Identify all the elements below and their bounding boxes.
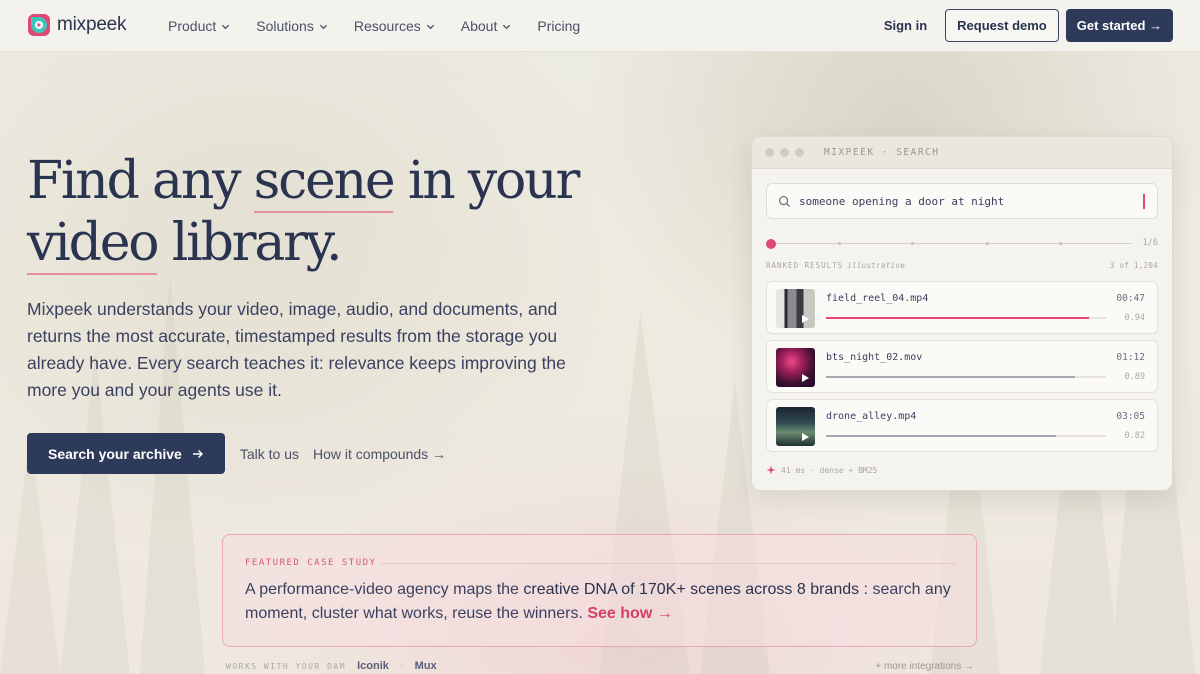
- menu-item-product[interactable]: Product: [168, 18, 230, 34]
- slider-knob[interactable]: [766, 239, 776, 249]
- window-dot-icon: [795, 148, 804, 157]
- menu-item-solutions[interactable]: Solutions: [256, 18, 328, 34]
- slider-tick: [911, 242, 914, 245]
- relevance-bar: [826, 317, 1106, 319]
- result-filename: bts_night_02.mov: [826, 352, 923, 363]
- menu-item-resources[interactable]: Resources: [354, 18, 435, 34]
- sparkle-icon: [766, 465, 776, 475]
- integration-iconik[interactable]: Iconik: [357, 660, 389, 672]
- step-slider[interactable]: 1/6: [766, 238, 1158, 250]
- video-thumbnail: [776, 348, 815, 387]
- talk-to-us-link[interactable]: Talk to us: [240, 446, 299, 462]
- get-started-button[interactable]: Get started →: [1065, 9, 1173, 42]
- divider: [381, 563, 956, 564]
- result-timestamp: 00:47: [1116, 293, 1145, 304]
- slider-tick: [1059, 242, 1062, 245]
- panel-title: MIXPEEK · SEARCH: [824, 147, 940, 158]
- result-timestamp: 01:12: [1116, 352, 1145, 363]
- case-study-label: FEATURED CASE STUDY: [245, 558, 377, 568]
- search-demo-panel: MIXPEEK · SEARCH someone opening a door …: [751, 136, 1173, 491]
- hero-description: Mixpeek understands your video, image, a…: [27, 299, 566, 400]
- hero-title: Find any scene in your video library.: [27, 150, 627, 275]
- main-menu: Product Solutions Resources About Pricin…: [168, 0, 606, 52]
- hero-title-part: in your: [393, 151, 580, 211]
- how-it-compounds-link[interactable]: How it compounds →: [313, 446, 446, 462]
- result-filename: field_reel_04.mp4: [826, 293, 929, 304]
- result-row[interactable]: bts_night_02.mov 01:12 0.89: [766, 340, 1158, 393]
- integration-mux[interactable]: Mux: [415, 660, 437, 672]
- search-query-text: someone opening a door at night: [799, 194, 1005, 208]
- search-archive-button[interactable]: Search your archive: [27, 433, 225, 474]
- panel-title-bar: MIXPEEK · SEARCH: [752, 137, 1172, 169]
- video-thumbnail: [776, 407, 815, 446]
- panel-footer-text: 41 ms · dense + BM25: [781, 465, 878, 475]
- menu-item-about[interactable]: About: [461, 18, 512, 34]
- arrow-right-icon: [192, 449, 203, 458]
- results-header: RANKED RESULTS illustrative 3 of 1,204: [766, 261, 1158, 270]
- menu-item-pricing[interactable]: Pricing: [537, 18, 580, 34]
- result-filename: drone_alley.mp4: [826, 411, 917, 422]
- search-archive-label: Search your archive: [48, 445, 182, 462]
- relevance-bar: [826, 376, 1106, 378]
- result-row[interactable]: field_reel_04.mp4 00:47 0.94: [766, 281, 1158, 334]
- chevron-down-icon: [319, 24, 327, 29]
- panel-footer: 41 ms · dense + BM25: [766, 465, 877, 475]
- hero-title-highlight-scene: scene: [253, 151, 396, 213]
- more-integrations-link[interactable]: + more integrations →: [875, 661, 974, 672]
- result-timestamp: 03:05: [1116, 411, 1145, 422]
- relevance-fill: [826, 317, 1090, 319]
- sign-in-link[interactable]: Sign in: [884, 18, 927, 33]
- chevron-down-icon: [426, 24, 434, 29]
- see-how-link[interactable]: See how →: [587, 605, 672, 622]
- chevron-down-icon: [222, 24, 230, 29]
- video-thumbnail: [776, 289, 815, 328]
- result-score: 0.82: [1124, 431, 1145, 441]
- window-dot-icon: [765, 148, 774, 157]
- step-counter: 1/6: [1142, 238, 1158, 248]
- hero-cta-row: Search your archive Talk to us How it co…: [27, 433, 446, 474]
- logo[interactable]: mixpeek: [27, 13, 127, 37]
- request-demo-button[interactable]: Request demo: [945, 9, 1059, 42]
- featured-case-study: FEATURED CASE STUDY A performance-video …: [222, 534, 977, 647]
- separator: ·: [399, 660, 404, 672]
- case-text-bold: creative DNA of 170K+ scenes across 8 br…: [523, 581, 860, 598]
- menu-item-label: Pricing: [537, 18, 581, 34]
- results-count: 3 of 1,204: [1109, 261, 1158, 270]
- integrations-label: WORKS WITH YOUR DAM: [226, 662, 347, 671]
- mixpeek-logo-icon: [28, 14, 50, 36]
- case-study-text: A performance-video agency maps the crea…: [245, 578, 965, 626]
- text-caret: [1143, 194, 1145, 209]
- menu-item-label: Solutions: [256, 18, 314, 34]
- play-icon: [802, 374, 809, 382]
- window-dot-icon: [780, 148, 789, 157]
- play-icon: [802, 315, 809, 323]
- case-text-start: A performance-video agency maps the: [245, 581, 524, 598]
- result-row[interactable]: drone_alley.mp4 03:05 0.82: [766, 399, 1158, 452]
- play-icon: [802, 433, 809, 441]
- hero-title-part: Find any: [27, 151, 254, 211]
- menu-item-label: Resources: [353, 18, 421, 34]
- slider-tick: [986, 242, 989, 245]
- chevron-down-icon: [503, 24, 511, 29]
- nav-actions: Sign in Request demo Get started →: [884, 9, 1173, 42]
- hero-title-highlight-video: video: [27, 213, 160, 275]
- hero-title-part: library.: [157, 213, 343, 273]
- results-label: RANKED RESULTS: [766, 261, 844, 270]
- slider-track: [770, 243, 1132, 244]
- search-icon: [778, 195, 791, 207]
- result-score: 0.89: [1124, 372, 1145, 382]
- relevance-fill: [826, 376, 1076, 378]
- relevance-fill: [826, 435, 1056, 437]
- result-score: 0.94: [1124, 313, 1145, 323]
- top-nav: mixpeek Product Solutions Resources Abou…: [0, 0, 1200, 52]
- menu-item-label: About: [460, 18, 498, 34]
- search-input[interactable]: someone opening a door at night: [766, 183, 1158, 219]
- relevance-bar: [826, 435, 1106, 437]
- integrations-strip: WORKS WITH YOUR DAM Iconik · Mux + more …: [226, 660, 974, 674]
- results-note: illustrative: [847, 261, 906, 270]
- menu-item-label: Product: [168, 18, 217, 34]
- logo-text: mixpeek: [57, 14, 127, 35]
- slider-tick: [838, 242, 841, 245]
